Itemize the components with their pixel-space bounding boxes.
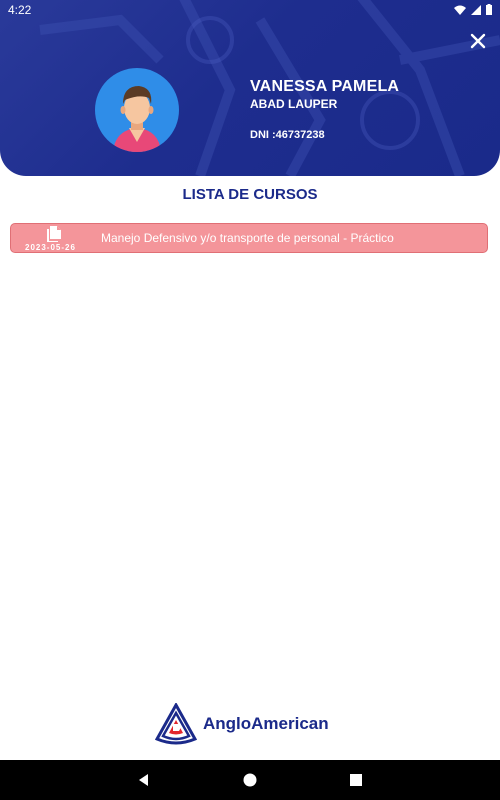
wifi-icon <box>454 5 466 15</box>
system-nav-bar <box>0 760 500 800</box>
document-icon <box>47 226 61 242</box>
recents-icon[interactable] <box>348 772 364 788</box>
course-name: Manejo Defensivo y/o transporte de perso… <box>101 231 394 245</box>
profile-first-name: VANESSA PAMELA <box>250 78 400 95</box>
course-date: 2023-05-26 <box>25 243 76 252</box>
back-icon[interactable] <box>136 772 152 788</box>
avatar <box>95 68 179 152</box>
profile-last-name: ABAD LAUPER <box>250 97 338 111</box>
brand-logo: AngloAmerican <box>155 703 329 745</box>
user-avatar-icon <box>113 86 161 152</box>
profile-header: 4:22 VANESSA PAMELA ABAD LAUPER DNI :467… <box>0 0 500 176</box>
home-icon[interactable] <box>242 772 258 788</box>
profile-dni: DNI :46737238 <box>250 129 325 141</box>
brand-name: AngloAmerican <box>203 714 329 733</box>
angloamerican-logo-icon <box>155 703 197 745</box>
battery-icon <box>486 4 492 15</box>
status-time: 4:22 <box>8 3 32 17</box>
status-icons <box>454 4 492 15</box>
close-button[interactable] <box>468 31 488 51</box>
status-bar: 4:22 <box>0 0 500 20</box>
course-list-title: LISTA DE CURSOS <box>182 186 318 203</box>
signal-icon <box>471 4 481 15</box>
course-list-item[interactable]: 2023-05-26 Manejo Defensivo y/o transpor… <box>10 223 488 253</box>
